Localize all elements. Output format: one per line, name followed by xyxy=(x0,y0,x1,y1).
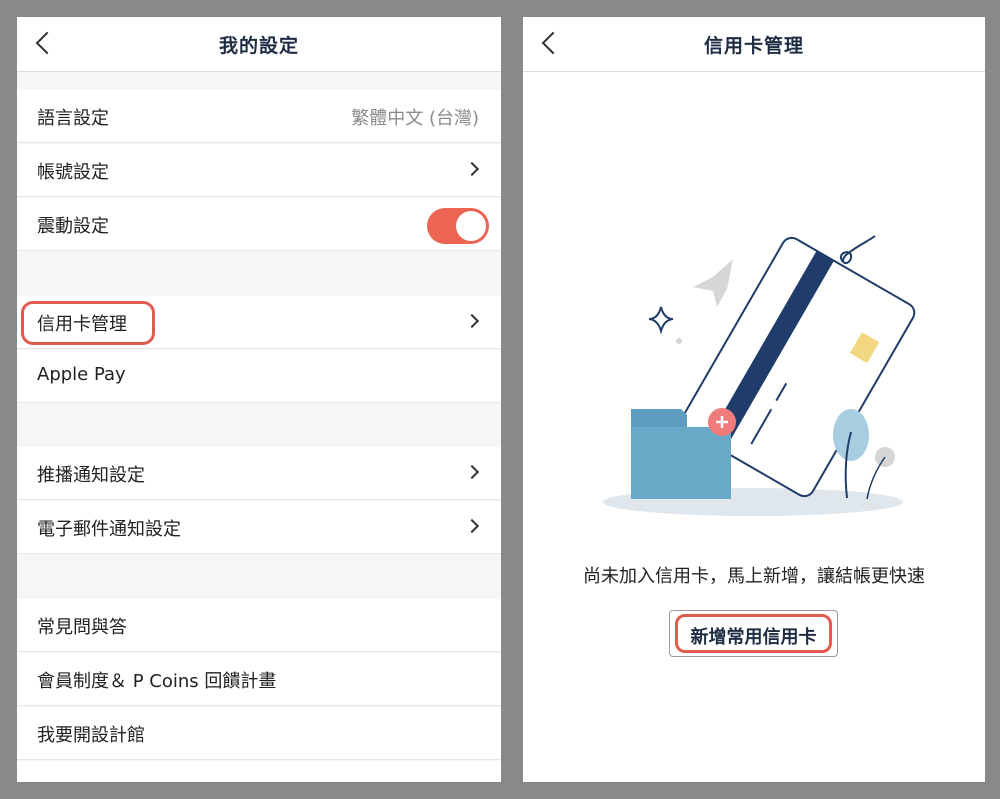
page-title: 信用卡管理 xyxy=(703,35,804,57)
toggle-knob xyxy=(456,211,486,241)
highlight-ring xyxy=(21,301,155,345)
settings-row-faq[interactable]: 常見問與答 xyxy=(17,599,501,652)
settings-screen: 我的設定 語言設定 繁體中文 (台灣) 帳號設定 震動設定 信用卡管理 Appl… xyxy=(17,17,501,782)
row-label: 帳號設定 xyxy=(37,162,109,183)
chevron-right-icon xyxy=(464,518,480,534)
empty-state-message: 尚未加入信用卡，馬上新增，讓結帳更快速 xyxy=(583,566,925,587)
language-value: 繁體中文 (台灣) xyxy=(351,108,479,129)
add-credit-card-button[interactable]: 新增常用信用卡 xyxy=(669,610,838,657)
settings-row-account[interactable]: 帳號設定 xyxy=(17,144,501,197)
dot-decoration xyxy=(676,338,682,344)
folder-icon xyxy=(631,427,731,499)
settings-row-push[interactable]: 推播通知設定 xyxy=(17,447,501,500)
row-label: 會員制度＆ P Coins 回饋計畫 xyxy=(37,671,277,692)
chevron-right-icon xyxy=(464,161,480,177)
button-label: 新增常用信用卡 xyxy=(690,627,817,648)
empty-card-illustration xyxy=(603,235,916,516)
settings-row-vibration: 震動設定 xyxy=(17,198,501,251)
row-label: 我要開設計館 xyxy=(37,725,145,746)
vibration-toggle[interactable] xyxy=(427,208,489,244)
settings-row-language[interactable]: 語言設定 繁體中文 (台灣) xyxy=(17,90,501,143)
settings-row-apple-pay[interactable]: Apple Pay xyxy=(17,350,501,403)
nav-bar: 我的設定 xyxy=(17,17,501,72)
row-label: 震動設定 xyxy=(37,216,109,237)
nav-bar: 信用卡管理 xyxy=(523,17,985,72)
row-label: 常見問與答 xyxy=(37,617,127,638)
page-title: 我的設定 xyxy=(218,35,299,57)
chevron-right-icon xyxy=(464,464,480,480)
sparkle-icon xyxy=(648,306,674,335)
chevron-right-icon xyxy=(464,313,480,329)
settings-row-partial[interactable] xyxy=(17,761,501,782)
swirl-icon xyxy=(840,235,876,264)
row-label: 電子郵件通知設定 xyxy=(37,519,181,540)
credit-card-screen: 信用卡管理 尚未加入信用卡，馬上新增，讓結帳更快速 新增常用信用卡 xyxy=(523,17,985,782)
row-label: 語言設定 xyxy=(37,108,109,129)
settings-row-membership[interactable]: 會員制度＆ P Coins 回饋計畫 xyxy=(17,653,501,706)
settings-row-open-shop[interactable]: 我要開設計館 xyxy=(17,707,501,760)
row-label: 推播通知設定 xyxy=(37,465,145,486)
settings-row-email[interactable]: 電子郵件通知設定 xyxy=(17,501,501,554)
row-label: Apple Pay xyxy=(37,364,126,385)
bird-icon xyxy=(693,259,733,307)
